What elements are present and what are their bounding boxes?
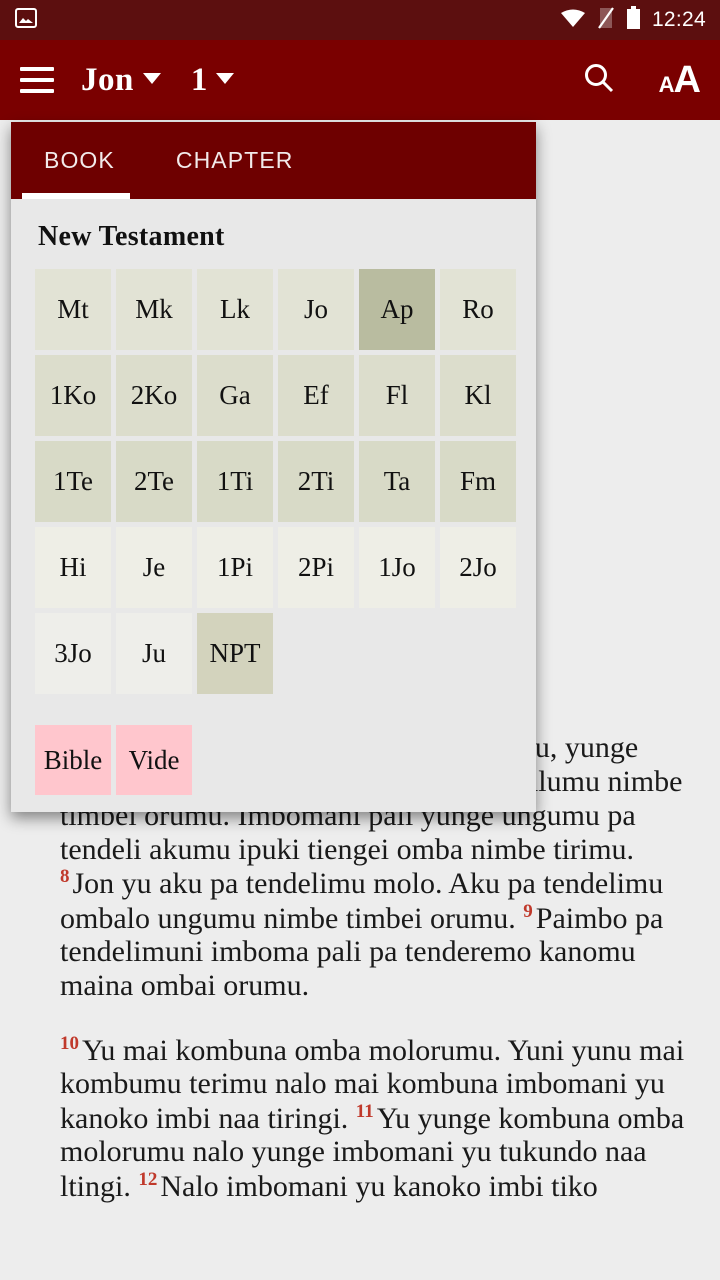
status-clock: 12:24 (651, 8, 706, 31)
book-cell-kl[interactable]: Kl (440, 355, 516, 436)
action-button-bible[interactable]: Bible (35, 725, 111, 795)
book-cell-2jo[interactable]: 2Jo (440, 527, 516, 608)
panel-action-row: Bible Vide (11, 699, 536, 795)
book-cell-ju[interactable]: Ju (116, 613, 192, 694)
wifi-icon (560, 7, 586, 34)
book-cell-ga[interactable]: Ga (197, 355, 273, 436)
book-chapter-picker-panel: BOOK CHAPTER New Testament Mt Mk Lk Jo Ap Ro 1… (11, 122, 536, 812)
paragraph: 10 Yu mai kombuna omba molorumu. Yuni yun… (34, 1033, 686, 1204)
app-toolbar: Jon 1 AA (0, 40, 720, 120)
book-grid: Mt Mk Lk Jo Ap Ro 1Ko 2Ko Ga Ef Fl Kl 1Te 2Te 1Ti 2Ti Ta… (11, 253, 536, 694)
book-cell-fm[interactable]: Fm (440, 441, 516, 522)
book-cell-mt[interactable]: Mt (35, 269, 111, 350)
book-cell-fl[interactable]: Fl (359, 355, 435, 436)
book-cell-empty (278, 613, 354, 694)
book-cell-hi[interactable]: Hi (35, 527, 111, 608)
book-grid-row: Hi Je 1Pi 2Pi 1Jo 2Jo (35, 527, 536, 608)
book-cell-jo[interactable]: Jo (278, 269, 354, 350)
book-cell-ap[interactable]: Ap (359, 269, 435, 350)
chevron-down-icon (216, 73, 235, 85)
book-cell-empty (440, 613, 516, 694)
tab-chapter[interactable]: CHAPTER (170, 147, 300, 174)
book-cell-ta[interactable]: Ta (359, 441, 435, 522)
book-grid-row: Mt Mk Lk Jo Ap Ro (35, 269, 536, 350)
text-size-icon[interactable]: AA (658, 59, 701, 101)
book-cell-je[interactable]: Je (116, 527, 192, 608)
image-icon (14, 6, 38, 35)
book-grid-row: 3Jo Ju NPT (35, 613, 536, 694)
book-cell-mk[interactable]: Mk (116, 269, 192, 350)
verse-number: 12 (138, 1168, 158, 1190)
text-size-large-glyph: A (673, 59, 701, 101)
chapter-selector[interactable]: 1 (191, 62, 235, 99)
testament-title: New Testament (38, 221, 225, 252)
verse-number: 11 (355, 1100, 374, 1122)
book-cell-ro[interactable]: Ro (440, 269, 516, 350)
book-cell-1te[interactable]: 1Te (35, 441, 111, 522)
book-cell-1ti[interactable]: 1Ti (197, 441, 273, 522)
tab-active-indicator (22, 193, 130, 199)
book-cell-lk[interactable]: Lk (197, 269, 273, 350)
verse-text: Nalo imbomani yu kanoko imbi tiko (160, 1169, 598, 1203)
book-selector[interactable]: Jon (81, 62, 161, 99)
book-cell-ef[interactable]: Ef (278, 355, 354, 436)
book-cell-2ti[interactable]: 2Ti (278, 441, 354, 522)
verse-number: 9 (523, 900, 533, 922)
action-button-vide[interactable]: Vide (116, 725, 192, 795)
book-cell-npt[interactable]: NPT (197, 613, 273, 694)
book-cell-3jo[interactable]: 3Jo (35, 613, 111, 694)
search-icon[interactable] (581, 60, 617, 101)
picker-tabs: BOOK CHAPTER (11, 122, 536, 199)
tab-book[interactable]: BOOK (38, 147, 121, 174)
text-size-small-glyph: A (658, 72, 675, 97)
book-cell-empty (359, 613, 435, 694)
chapter-selector-label: 1 (190, 61, 208, 98)
book-selector-label: Jon (81, 61, 134, 98)
chevron-down-icon (142, 73, 161, 85)
status-bar: 12:24 (0, 0, 720, 40)
book-cell-1pi[interactable]: 1Pi (197, 527, 273, 608)
book-cell-2te[interactable]: 2Te (116, 441, 192, 522)
signal-off-icon (597, 6, 615, 35)
verse-number: 10 (60, 1032, 79, 1054)
book-cell-1jo[interactable]: 1Jo (359, 527, 435, 608)
hamburger-icon[interactable] (20, 67, 54, 93)
book-cell-2pi[interactable]: 2Pi (278, 527, 354, 608)
book-cell-1ko[interactable]: 1Ko (35, 355, 111, 436)
book-grid-row: 1Ko 2Ko Ga Ef Fl Kl (35, 355, 536, 436)
book-grid-row: 1Te 2Te 1Ti 2Ti Ta Fm (35, 441, 536, 522)
book-cell-2ko[interactable]: 2Ko (116, 355, 192, 436)
battery-icon (626, 5, 641, 35)
verse-number: 8 (60, 866, 70, 888)
